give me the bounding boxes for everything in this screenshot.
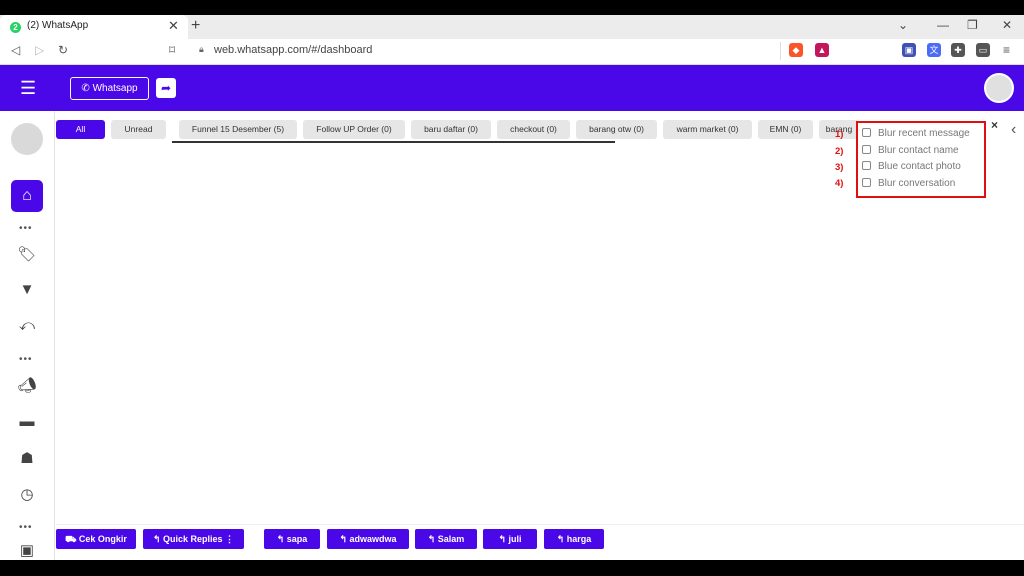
reply-icon: ↰	[498, 534, 509, 544]
filter-scrollbar[interactable]	[172, 141, 615, 143]
filter-chip[interactable]: EMN (0)	[758, 120, 813, 139]
top-header: ☰ ✆ Whatsapp ➦	[0, 65, 1024, 111]
filter-chip[interactable]: baru daftar (0)	[411, 120, 491, 139]
whatsapp-favicon-icon: 2	[10, 22, 21, 33]
annotation-number: 4)	[835, 178, 844, 189]
annotation-number: 1)	[835, 129, 844, 140]
blur-recent-message-option[interactable]: Blur recent message	[862, 128, 970, 139]
quick-reply-harga[interactable]: ↰ harga	[544, 529, 604, 549]
truck-icon: ⛟	[65, 534, 79, 544]
hamburger-icon[interactable]: ☰	[20, 78, 36, 99]
option-label: Blue contact photo	[878, 161, 961, 172]
blur-contact-name-option[interactable]: Blur contact name	[862, 145, 959, 156]
checkbox[interactable]	[862, 178, 871, 187]
quick-reply-sapa[interactable]: ↰ sapa	[264, 529, 320, 549]
robot-icon[interactable]: ☗	[16, 449, 38, 467]
cek-ongkir-button[interactable]: ⛟ Cek Ongkir	[56, 529, 136, 549]
more-dots-icon: •••	[19, 522, 33, 533]
home-icon[interactable]: ⌂	[11, 180, 43, 212]
quick-reply-salam[interactable]: ↰ Salam	[415, 529, 477, 549]
button-label: sapa	[286, 534, 308, 544]
translate-icon[interactable]: 文	[927, 43, 941, 57]
option-label: Blur contact name	[878, 145, 959, 156]
quick-reply-juli[interactable]: ↰ juli	[483, 529, 537, 549]
reload-icon[interactable]: ↻	[58, 43, 68, 57]
button-label: juli	[508, 534, 522, 544]
browser-chrome: 2 (2) WhatsApp ✕ + ⌄ — ❐ ✕ ◁ ▷ ↻ ⌑ 🔒︎ we…	[0, 15, 1024, 65]
button-label: Quick Replies	[163, 534, 223, 544]
quick-replies-button[interactable]: ↰ Quick Replies ⋮	[143, 529, 244, 549]
filter-chip-unread[interactable]: Unread	[111, 120, 166, 139]
filter-chip[interactable]: warm market (0)	[663, 120, 752, 139]
option-label: Blur conversation	[878, 178, 956, 189]
brave-shield-icon[interactable]: ◆	[789, 43, 803, 57]
reply-icon: ↰	[427, 534, 438, 544]
filter-chip[interactable]: checkout (0)	[497, 120, 570, 139]
minimize-icon[interactable]: —	[937, 18, 949, 32]
sidebar: ⌂ ••• 🏷︎ ▼ ⤺ ••• 📣︎ ▬ ☗ ◷ ••• ▣	[0, 111, 55, 560]
divider	[56, 524, 1024, 525]
lock-icon: 🔒︎	[199, 44, 204, 54]
close-icon[interactable]: ×	[991, 118, 998, 132]
forward-icon[interactable]: ▷	[35, 43, 44, 57]
megaphone-icon[interactable]: 📣︎	[16, 376, 38, 394]
button-label: harga	[566, 534, 592, 544]
back-icon[interactable]: ◁	[11, 43, 20, 57]
checkbox[interactable]	[862, 145, 871, 154]
reply-all-icon[interactable]: ⤺	[16, 317, 38, 334]
button-label: Salam	[437, 534, 465, 544]
browser-tab[interactable]: 2 (2) WhatsApp ✕	[0, 15, 188, 39]
tab-search-chevron-icon[interactable]: ⌄	[898, 18, 908, 32]
more-dots-icon: •••	[19, 223, 33, 234]
puzzle-icon[interactable]: ✚	[951, 43, 965, 57]
folder-icon[interactable]: ▬	[16, 413, 38, 430]
chevron-left-icon[interactable]: ‹	[1011, 121, 1016, 139]
share-icon[interactable]: ➦	[156, 78, 176, 98]
address-bar-row: ◁ ▷ ↻ ⌑ 🔒︎ web.whatsapp.com/#/dashboard …	[0, 39, 1024, 65]
annotation-number: 2)	[835, 146, 844, 157]
sidebar-avatar[interactable]	[11, 123, 43, 155]
contact-icon[interactable]: ▣	[16, 541, 38, 559]
annotation-number: 3)	[835, 162, 844, 173]
quick-reply-adwawdwa[interactable]: ↰ adwawdwa	[327, 529, 409, 549]
extension-icon[interactable]: ▣	[902, 43, 916, 57]
bookmark-icon[interactable]: ⌑	[169, 43, 175, 57]
tab-title: (2) WhatsApp	[27, 20, 89, 31]
filter-chip[interactable]: Funnel 15 Desember (5)	[179, 120, 297, 139]
window-close-icon[interactable]: ✕	[1002, 18, 1012, 32]
checkbox[interactable]	[862, 161, 871, 170]
kebab-icon: ⋮	[222, 534, 235, 544]
reply-icon: ↰	[556, 534, 567, 544]
option-label: Blur recent message	[878, 128, 970, 139]
reply-icon: ↰	[276, 534, 287, 544]
reply-icon: ↰	[339, 534, 350, 544]
user-avatar[interactable]	[984, 73, 1014, 103]
reply-icon: ↰	[152, 534, 163, 544]
whatsapp-icon: ✆	[81, 83, 93, 94]
menu-icon[interactable]: ≡	[1003, 43, 1010, 57]
filter-chip[interactable]: Follow UP Order (0)	[303, 120, 405, 139]
tab-close-icon[interactable]: ✕	[168, 18, 179, 34]
blur-contact-photo-option[interactable]: Blue contact photo	[862, 161, 961, 172]
divider	[780, 42, 781, 60]
checkbox[interactable]	[862, 128, 871, 137]
filter-chip[interactable]: barang otw (0)	[576, 120, 657, 139]
url-field[interactable]: web.whatsapp.com/#/dashboard	[214, 44, 372, 56]
blur-conversation-option[interactable]: Blur conversation	[862, 178, 955, 189]
app-root: ☰ ✆ Whatsapp ➦ ⌂ ••• 🏷︎ ▼ ⤺ ••• 📣︎ ▬ ☗ ◷…	[0, 65, 1024, 560]
clock-icon[interactable]: ◷	[16, 485, 38, 503]
filter-chip-all[interactable]: All	[56, 120, 105, 139]
whatsapp-button[interactable]: ✆ Whatsapp	[70, 77, 149, 100]
new-tab-icon[interactable]: +	[191, 17, 200, 35]
button-label: Cek Ongkir	[78, 534, 127, 544]
brave-rewards-icon[interactable]: ▲	[815, 43, 829, 57]
filter-icon[interactable]: ▼	[16, 281, 38, 298]
more-dots-icon: •••	[19, 354, 33, 365]
wallet-icon[interactable]: ▭	[976, 43, 990, 57]
tag-icon[interactable]: 🏷︎	[16, 245, 38, 263]
restore-icon[interactable]: ❐	[967, 18, 978, 32]
whatsapp-button-label: Whatsapp	[92, 83, 138, 94]
button-label: adwawdwa	[349, 534, 397, 544]
